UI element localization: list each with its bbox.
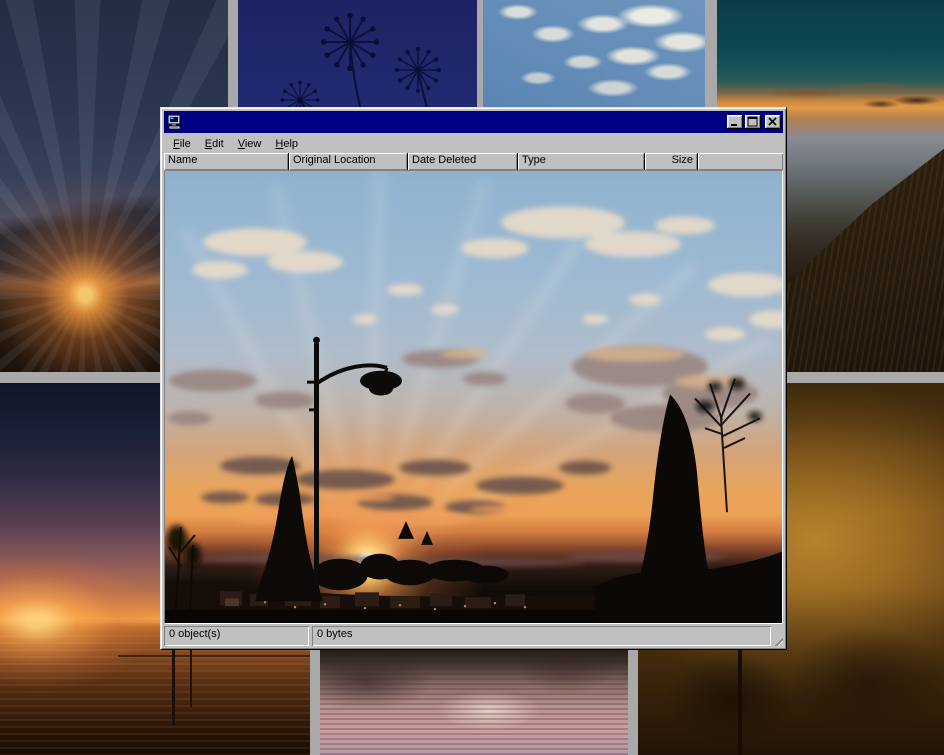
- minimize-button[interactable]: [727, 115, 743, 129]
- pole-silhouette: [190, 645, 192, 707]
- title-bar[interactable]: [164, 111, 783, 133]
- sunset-lamp-photo: [165, 171, 782, 623]
- column-header-size[interactable]: Size: [645, 153, 698, 170]
- pole-silhouette: [172, 640, 175, 725]
- maximize-icon: [745, 115, 761, 129]
- status-bar: 0 object(s) 0 bytes: [164, 624, 783, 646]
- column-header-original-location[interactable]: Original Location: [289, 153, 408, 170]
- maximize-button[interactable]: [745, 115, 761, 129]
- close-icon: [765, 115, 781, 129]
- status-objects: 0 object(s): [164, 626, 309, 646]
- status-bytes: 0 bytes: [312, 626, 771, 646]
- list-view[interactable]: [164, 170, 783, 624]
- menu-view[interactable]: View: [232, 137, 268, 151]
- recycle-bin-window: File Edit View Help Name Original Locati…: [160, 107, 787, 650]
- column-header-name[interactable]: Name: [164, 153, 289, 170]
- column-header-type[interactable]: Type: [518, 153, 645, 170]
- window-controls: [727, 115, 781, 129]
- close-button[interactable]: [765, 115, 781, 129]
- menu-help[interactable]: Help: [269, 137, 304, 151]
- menu-bar: File Edit View Help: [164, 133, 783, 153]
- menu-edit[interactable]: Edit: [199, 137, 230, 151]
- column-header-filler: [698, 153, 783, 170]
- computer-icon: [166, 114, 182, 130]
- minimize-icon: [727, 115, 743, 129]
- resize-grip[interactable]: [771, 634, 783, 646]
- water-ripples: [320, 658, 628, 755]
- column-header-date-deleted[interactable]: Date Deleted: [408, 153, 518, 170]
- column-headers: Name Original Location Date Deleted Type…: [164, 153, 783, 170]
- menu-file[interactable]: File: [167, 137, 197, 151]
- dock-edge: [118, 655, 310, 657]
